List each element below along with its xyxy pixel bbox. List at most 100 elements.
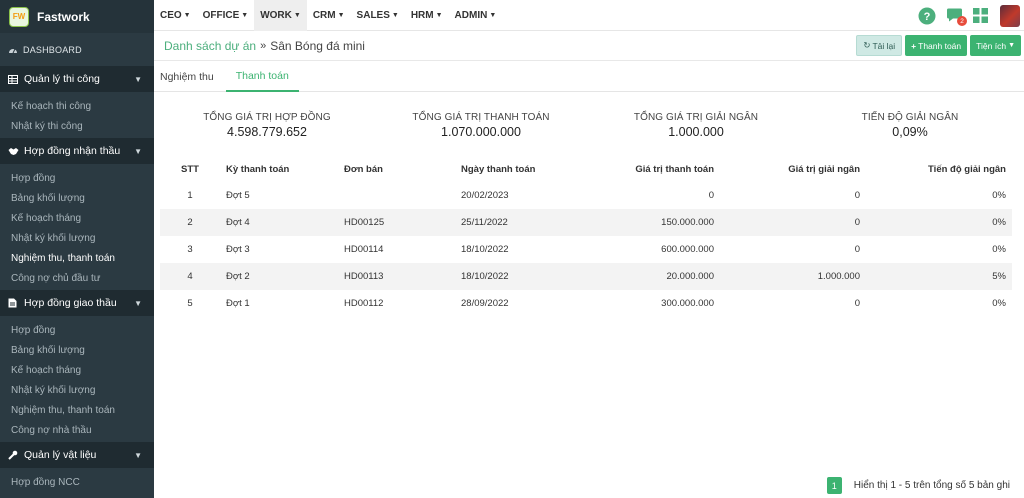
sidebar-item-monthly-plan[interactable]: Kế hoạch tháng — [0, 208, 154, 228]
cell-order-link[interactable]: HD00113 — [338, 263, 455, 290]
sidebar-item-acceptance-payment[interactable]: Nghiệm thu, thanh toán — [0, 400, 154, 420]
cell-progress: 0% — [992, 244, 1006, 255]
table-row[interactable]: 4 Đợt 2 HD00113 18/10/2022 20.000.000 1.… — [160, 263, 1012, 290]
summary-label: TỔNG GIÁ TRỊ HỢP ĐỒNG — [203, 112, 331, 123]
sidebar-item-investor-debt[interactable]: Công nợ chủ đầu tư — [0, 268, 154, 288]
sidebar-item-quantity-log[interactable]: Nhật ký khối lượng — [0, 380, 154, 400]
document-icon — [8, 298, 20, 308]
nav-admin[interactable]: ADMIN ▼ — [449, 0, 503, 31]
cell-order-link[interactable]: HD00125 — [338, 209, 455, 236]
table-row[interactable]: 2 Đợt 4 HD00125 25/11/2022 150.000.000 0… — [160, 209, 1012, 236]
sidebar-group-label: Hợp đồng giao thầu — [24, 297, 117, 309]
handshake-icon — [8, 147, 20, 156]
nav-crm[interactable]: CRM ▼ — [307, 0, 351, 31]
sidebar-item-contract[interactable]: Hợp đồng — [0, 168, 154, 188]
sidebar-item-construction-plan[interactable]: Kế hoạch thi công — [0, 96, 154, 116]
cell-order-link[interactable] — [338, 182, 455, 209]
utilities-label: Tiện ích — [976, 40, 1007, 51]
table-row[interactable]: 1 Đợt 5 20/02/2023 0 0 0% — [160, 182, 1012, 209]
avatar[interactable] — [1000, 4, 1020, 27]
breadcrumb-current: Sân Bóng đá mini — [270, 38, 365, 53]
summary-total-disbursement: TỔNG GIÁ TRỊ GIẢI NGÂN 1.000.000 — [611, 112, 781, 139]
cell-progress: 0% — [992, 298, 1006, 309]
sidebar-dashboard[interactable]: DASHBOARD — [0, 33, 154, 66]
sidebar-group-materials[interactable]: Quản lý vật liệu ▼ — [0, 442, 154, 468]
apps-grid-icon[interactable] — [973, 8, 988, 23]
chevron-down-icon: ▼ — [134, 146, 142, 156]
brand[interactable]: FW Fastwork — [0, 0, 154, 33]
summary-value: 1.000.000 — [668, 125, 724, 139]
caret-down-icon: ▼ — [337, 11, 345, 19]
add-payment-label: Thanh toán — [918, 40, 962, 51]
breadcrumb-parent-link[interactable]: Danh sách dự án — [164, 39, 256, 53]
sidebar-item-monthly-plan[interactable]: Kế hoạch tháng — [0, 360, 154, 380]
nav-label: CRM — [312, 9, 336, 21]
cell-stt: 3 — [187, 244, 193, 255]
chevron-down-icon: ▼ — [134, 74, 142, 84]
add-payment-button[interactable]: + Thanh toán — [905, 35, 968, 56]
caret-down-icon: ▼ — [241, 11, 249, 19]
cell-period-link[interactable]: Đợt 1 — [220, 290, 338, 317]
sidebar-item-quantity-table[interactable]: Bảng khối lượng — [0, 188, 154, 208]
summary-value: 0,09% — [892, 125, 928, 139]
column-header: Giá trị giải ngân — [788, 164, 860, 175]
column-header: Tiến độ giải ngân — [928, 164, 1006, 175]
cell-payment-value: 600.000.000 — [661, 244, 714, 255]
summary-label: TIẾN ĐỘ GIẢI NGÂN — [861, 112, 959, 123]
sidebar-item-quantity-table[interactable]: Bảng khối lượng — [0, 340, 154, 360]
message-icon[interactable]: 2 — [946, 8, 967, 26]
sidebar-item-quantity-log[interactable]: Nhật ký khối lượng — [0, 228, 154, 248]
cell-period-link[interactable]: Đợt 2 — [220, 263, 338, 290]
sidebar-group-items: Hợp đồng Bảng khối lượng Kế hoạch tháng … — [0, 316, 154, 442]
cell-period-link[interactable]: Đợt 3 — [220, 236, 338, 263]
summary-total-contract: TỔNG GIÁ TRỊ HỢP ĐỒNG 4.598.779.652 — [182, 112, 352, 139]
nav-office[interactable]: OFFICE ▼ — [197, 0, 255, 31]
sidebar-group-label: Quản lý vật liệu — [24, 449, 97, 461]
payment-table: STT Kỳ thanh toán Đơn bán Ngày thanh toá… — [160, 157, 1012, 317]
nav-work[interactable]: WORK ▼ — [254, 0, 307, 31]
summary-total-payment: TỔNG GIÁ TRỊ THANH TOÁN 1.070.000.000 — [396, 112, 566, 139]
cell-order-link[interactable]: HD00112 — [338, 290, 455, 317]
tab-payment[interactable]: Thanh toán — [225, 61, 299, 92]
table-row[interactable]: 3 Đợt 3 HD00114 18/10/2022 600.000.000 0… — [160, 236, 1012, 263]
cell-date: 18/10/2022 — [455, 263, 575, 290]
caret-down-icon: ▼ — [183, 11, 191, 19]
caret-down-icon: ▼ — [1008, 42, 1015, 49]
column-header: Giá trị thanh toán — [635, 164, 714, 175]
cell-date: 28/09/2022 — [461, 298, 509, 309]
tab-acceptance[interactable]: Nghiệm thu — [154, 61, 220, 92]
cell-period-link[interactable]: Đợt 4 — [220, 209, 338, 236]
cell-stt: 5 — [187, 298, 193, 309]
page-actions: ↻ Tải lại + Thanh toán Tiện ích ▼ — [853, 35, 1021, 56]
column-header: STT — [181, 164, 199, 175]
sidebar-group-construction[interactable]: Quản lý thi công ▼ — [0, 66, 154, 92]
sidebar-group-assign-contract[interactable]: Hợp đồng giao thầu ▼ — [0, 290, 154, 316]
nav-label: ADMIN — [454, 9, 488, 21]
breadcrumb-separator: » — [260, 39, 267, 52]
page-button-current[interactable]: 1 — [826, 477, 842, 494]
cell-order-link[interactable]: HD00114 — [338, 236, 455, 263]
sidebar-item-acceptance-payment[interactable]: Nghiệm thu, thanh toán — [0, 248, 154, 268]
sidebar: FW Fastwork DASHBOARD Quản lý thi công ▼… — [0, 0, 154, 498]
sidebar-group-items: Hợp đồng NCC — [0, 468, 154, 494]
cell-payment-value: 300.000.000 — [661, 298, 714, 309]
nav-hrm[interactable]: HRM ▼ — [405, 0, 449, 31]
utilities-dropdown-button[interactable]: Tiện ích ▼ — [970, 35, 1021, 56]
nav-ceo[interactable]: CEO ▼ — [154, 0, 197, 31]
table-row[interactable]: 5 Đợt 1 HD00112 28/09/2022 300.000.000 0… — [160, 290, 1012, 317]
breadcrumb: Danh sách dự án » Sân Bóng đá mini ↻ Tải… — [154, 31, 1024, 61]
sidebar-item-construction-log[interactable]: Nhật ký thi công — [0, 116, 154, 136]
summary-value: 1.070.000.000 — [441, 125, 521, 139]
nav-sales[interactable]: SALES ▼ — [351, 0, 405, 31]
sidebar-item-contract[interactable]: Hợp đồng — [0, 320, 154, 340]
sidebar-item-supplier-contract[interactable]: Hợp đồng NCC — [0, 472, 154, 492]
help-icon[interactable]: ? — [918, 7, 936, 25]
cell-period-link[interactable]: Đợt 5 — [220, 182, 338, 209]
sidebar-item-contractor-debt[interactable]: Công nợ nhà thầu — [0, 420, 154, 440]
sidebar-group-receive-contract[interactable]: Hợp đồng nhận thầu ▼ — [0, 138, 154, 164]
summary-label: TỔNG GIÁ TRỊ GIẢI NGÂN — [633, 112, 759, 123]
cell-stt: 2 — [160, 209, 220, 236]
pagination-info: Hiển thị 1 - 5 trên tổng số 5 bản ghi — [853, 480, 1010, 491]
caret-down-icon: ▼ — [489, 11, 497, 19]
reload-button[interactable]: ↻ Tải lại — [856, 35, 903, 56]
